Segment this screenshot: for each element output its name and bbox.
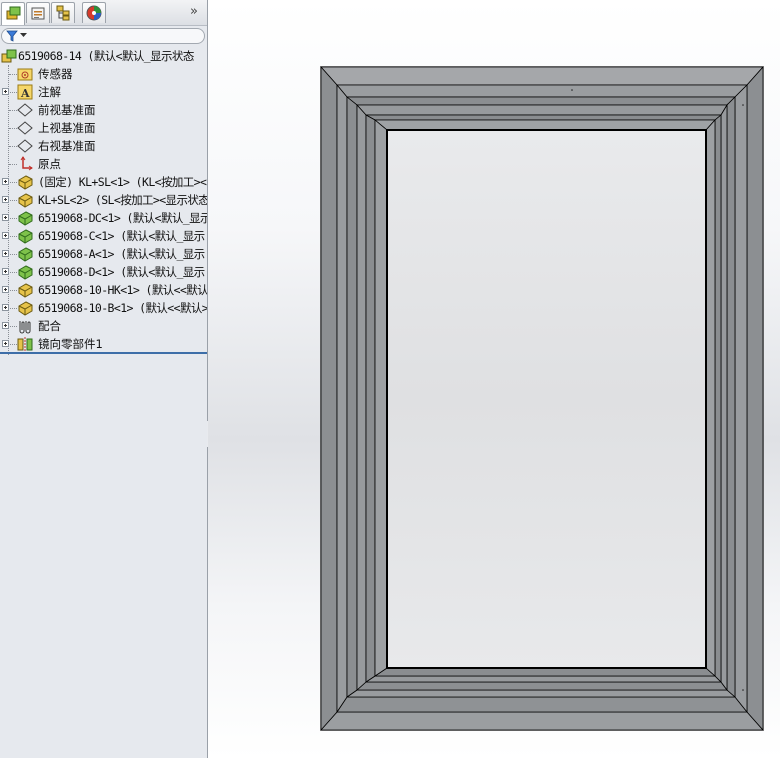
expand-toggle[interactable]	[2, 232, 9, 239]
tree-item-label: 6519068-D<1> (默认<默认_显示	[38, 265, 205, 279]
chevron-down-icon[interactable]	[20, 33, 27, 38]
tree-item-label: 6519068-A<1> (默认<默认_显示	[38, 247, 205, 261]
part-yellow-icon	[18, 193, 33, 208]
feature-tree-icon	[6, 6, 21, 20]
expand-toggle[interactable]	[2, 196, 9, 203]
tree-item-component[interactable]: 6519068-DC<1> (默认<默认_显示	[0, 209, 207, 227]
part-green-icon	[18, 229, 33, 244]
tree-item-label: 6519068-DC<1> (默认<默认_显示	[38, 211, 208, 225]
tree-connector	[9, 110, 17, 111]
part-yellow-icon	[18, 283, 33, 298]
window-frame-model[interactable]	[208, 0, 780, 758]
tree-item-label: 配合	[38, 319, 61, 333]
origin-icon	[20, 156, 33, 171]
tree-connector	[10, 200, 17, 201]
tree-item-label: 传感器	[38, 67, 73, 81]
annotation-icon: A	[17, 84, 33, 100]
tree-root-assembly[interactable]: 6519068-14 (默认<默认_显示状态	[0, 47, 207, 65]
plane-icon	[17, 121, 33, 135]
tree-connector	[10, 290, 17, 291]
tree-item-label: 镜向零部件1	[38, 337, 103, 351]
property-manager-icon	[31, 7, 45, 20]
part-yellow-icon	[18, 301, 33, 316]
tree-item-label: 6519068-10-HK<1> (默认<<默认	[38, 283, 208, 297]
mates-icon	[19, 321, 31, 334]
part-green-icon	[18, 211, 33, 226]
configurationmanager-tab[interactable]	[51, 2, 75, 23]
tree-connector	[9, 146, 17, 147]
tree-item-label: 注解	[38, 85, 61, 99]
expand-toggle[interactable]	[2, 340, 9, 347]
tree-connector	[10, 344, 17, 345]
plane-icon	[17, 103, 33, 117]
tree-item-component[interactable]: 6519068-D<1> (默认<默认_显示	[0, 263, 207, 281]
feature-manager-panel: » 6519068-14 (默认<默认_显示状态 传感器 A 注解 前视基准面 …	[0, 0, 208, 758]
expand-toggle[interactable]	[2, 250, 9, 257]
tree-root-label: 6519068-14 (默认<默认_显示状态	[18, 49, 194, 63]
tree-connector	[10, 218, 17, 219]
tree-item-label: (固定) KL+SL<1> (KL<按加工><	[38, 175, 207, 189]
expand-toggle[interactable]	[2, 214, 9, 221]
tree-connector	[10, 272, 17, 273]
tree-connector	[9, 74, 17, 75]
rollback-bar[interactable]	[0, 352, 207, 354]
part-yellow-icon	[18, 175, 33, 190]
tree-item-component[interactable]: 6519068-10-HK<1> (默认<<默认	[0, 281, 207, 299]
expand-toggle[interactable]	[2, 322, 9, 329]
sensor-folder-icon	[17, 68, 33, 81]
tree-item-annotations[interactable]: A 注解	[0, 83, 207, 101]
tree-item-top-plane[interactable]: 上视基准面	[0, 119, 207, 137]
tree-item-label: 原点	[38, 157, 61, 171]
tree-item-mates[interactable]: 配合	[0, 317, 207, 335]
tree-item-component[interactable]: 6519068-C<1> (默认<默认_显示	[0, 227, 207, 245]
tree-item-label: 6519068-C<1> (默认<默认_显示	[38, 229, 205, 243]
part-green-icon	[18, 247, 33, 262]
display-manager-icon	[86, 5, 102, 21]
filter-icon[interactable]	[6, 30, 18, 42]
tree-item-component[interactable]: 6519068-10-B<1> (默认<<默认>	[0, 299, 207, 317]
manager-tab-bar: »	[0, 0, 207, 26]
tree-item-label: 前视基准面	[38, 103, 96, 117]
tree-connector	[9, 164, 17, 165]
displaymanager-tab[interactable]	[82, 2, 106, 23]
configuration-manager-icon	[56, 5, 70, 21]
tree-connector	[10, 326, 17, 327]
tree-item-mirror-component[interactable]: 镜向零部件1	[0, 335, 207, 353]
assembly-icon	[1, 49, 17, 63]
expand-toggle[interactable]	[2, 178, 9, 185]
more-tabs-button[interactable]: »	[187, 3, 201, 21]
tree-item-label: 右视基准面	[38, 139, 96, 153]
tree-item-label: KL+SL<2> (SL<按加工><显示状态	[38, 193, 208, 207]
propertymanager-tab[interactable]	[26, 2, 50, 23]
tree-connector	[10, 308, 17, 309]
plane-icon	[17, 139, 33, 153]
part-green-icon	[18, 265, 33, 280]
tree-item-sensors[interactable]: 传感器	[0, 65, 207, 83]
tree-item-right-plane[interactable]: 右视基准面	[0, 137, 207, 155]
tree-connector	[10, 92, 17, 93]
tree-connector	[9, 128, 17, 129]
filter-input[interactable]	[1, 28, 205, 44]
graphics-area[interactable]	[208, 0, 780, 758]
filter-bar	[0, 27, 207, 44]
svg-text:A: A	[20, 87, 30, 100]
mirror-component-icon	[17, 337, 33, 351]
tree-item-label: 6519068-10-B<1> (默认<<默认>	[38, 301, 208, 315]
tree-connector	[10, 182, 17, 183]
featuremanager-tab[interactable]	[1, 2, 25, 25]
tree-item-label: 上视基准面	[38, 121, 96, 135]
expand-toggle[interactable]	[2, 88, 9, 95]
expand-toggle[interactable]	[2, 304, 9, 311]
tree-connector	[10, 236, 17, 237]
tree-item-component[interactable]: 6519068-A<1> (默认<默认_显示	[0, 245, 207, 263]
tree-item-front-plane[interactable]: 前视基准面	[0, 101, 207, 119]
expand-toggle[interactable]	[2, 268, 9, 275]
tree-item-component[interactable]: (固定) KL+SL<1> (KL<按加工><	[0, 173, 207, 191]
tree-item-component[interactable]: KL+SL<2> (SL<按加工><显示状态	[0, 191, 207, 209]
tree-item-origin[interactable]: 原点	[0, 155, 207, 173]
tree-connector	[10, 254, 17, 255]
expand-toggle[interactable]	[2, 286, 9, 293]
